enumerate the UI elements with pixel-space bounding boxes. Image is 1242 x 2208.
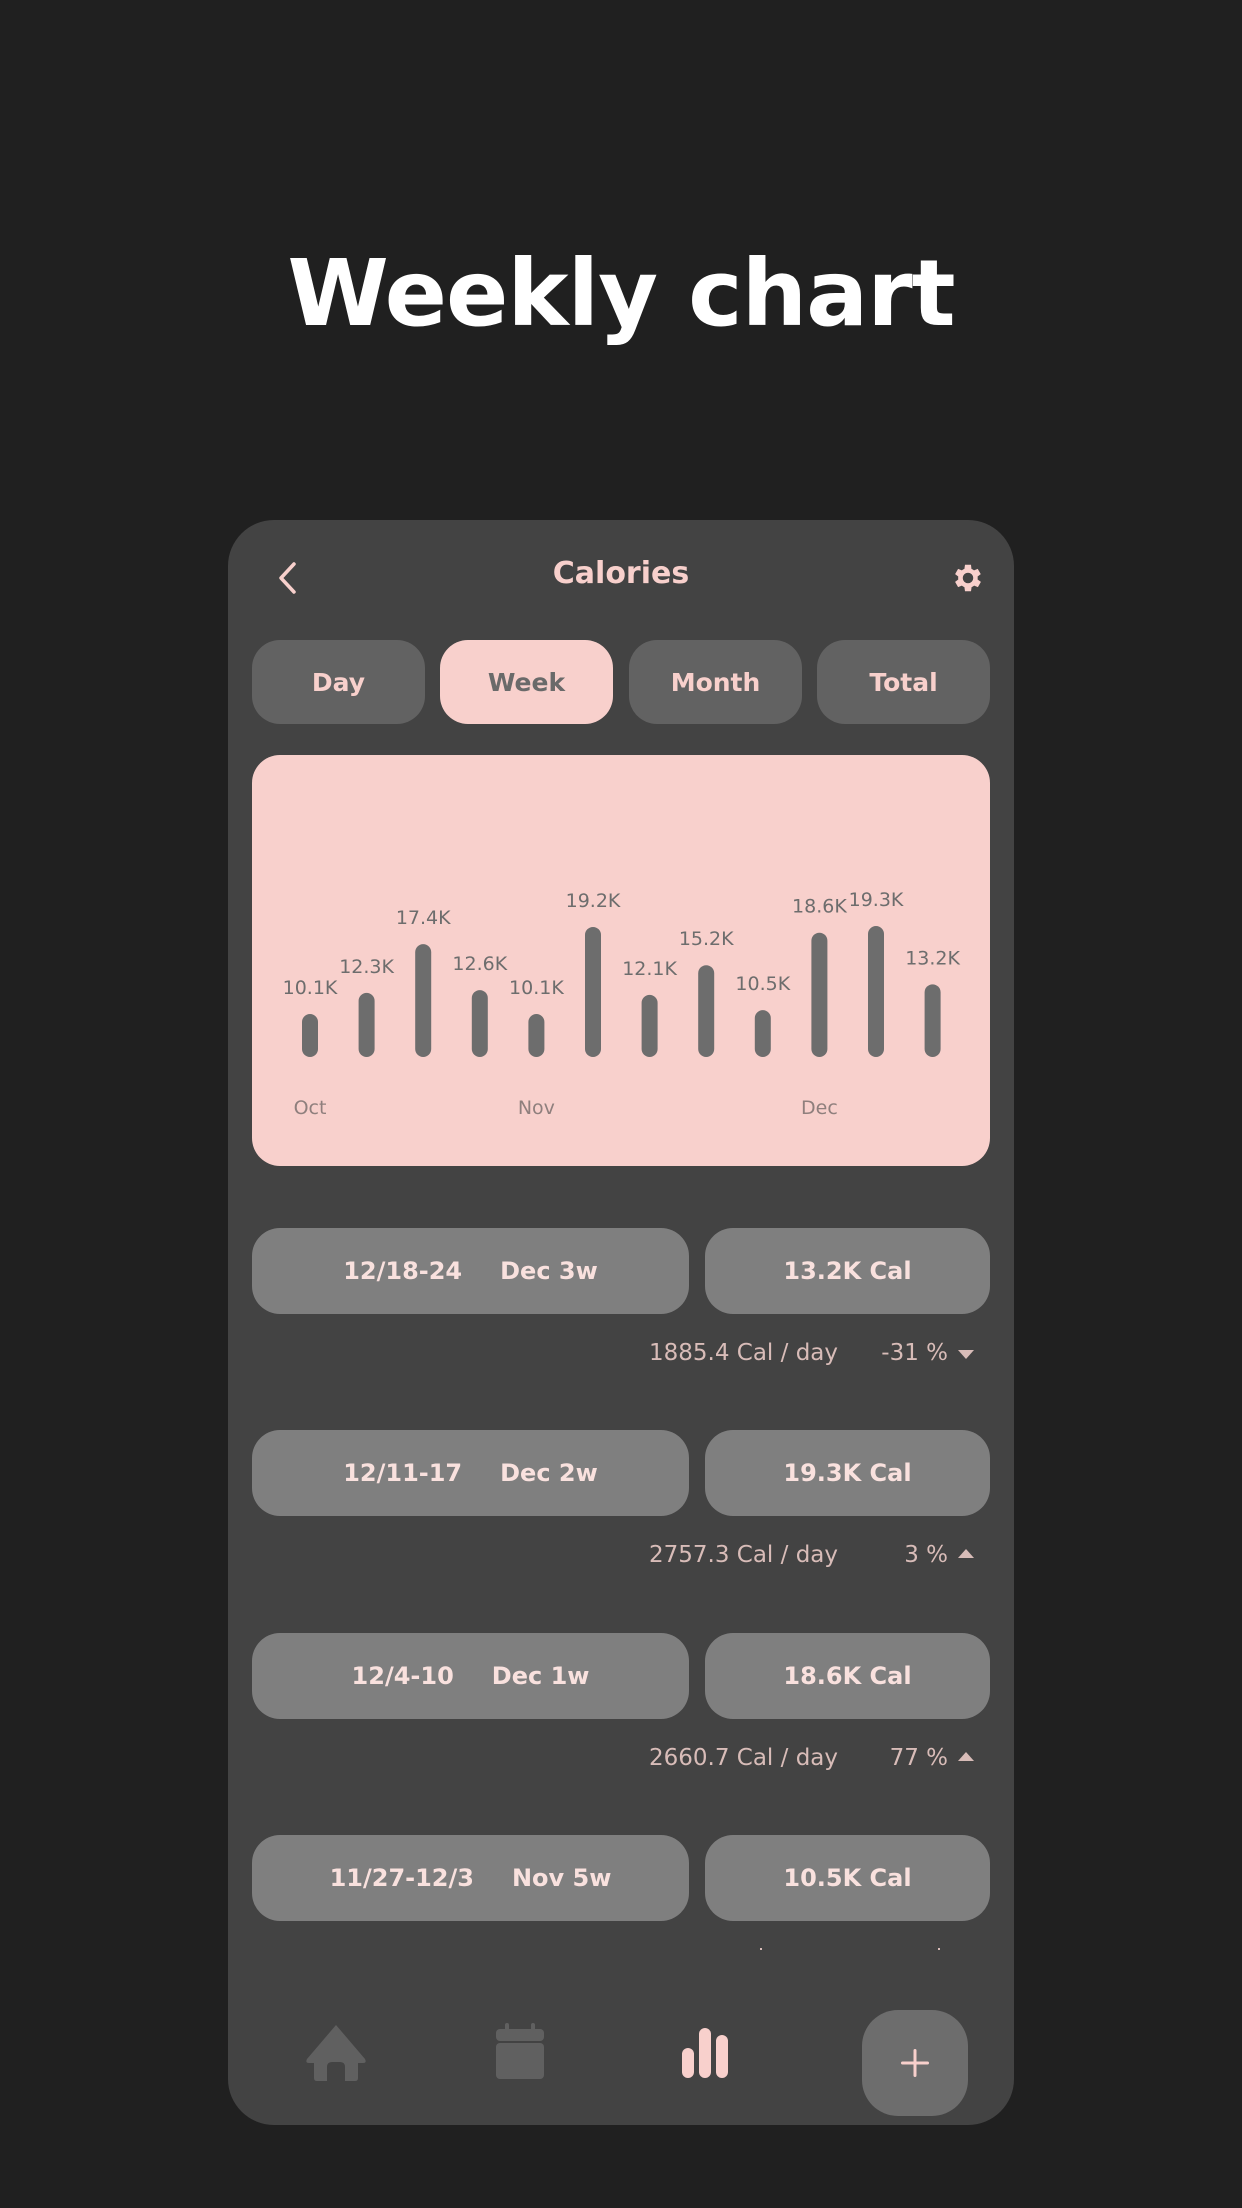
week-total: 19.3K Cal — [783, 1459, 912, 1487]
chart-bar[interactable] — [585, 926, 601, 1057]
week-range-pill[interactable]: 12/18-24 Dec 3w — [252, 1228, 689, 1314]
bar-value-label: 12.3K — [339, 956, 394, 978]
bar-value-label: 18.6K — [792, 896, 847, 918]
week-stats: 2757.3 Cal / day 3 % — [228, 1538, 1014, 1572]
bar-value-label: 10.5K — [735, 973, 790, 995]
chart-bar[interactable] — [302, 1013, 318, 1057]
tab-total[interactable]: Total — [817, 640, 990, 724]
percent-change: 77 % — [889, 1745, 948, 1771]
month-tick-label: Nov — [518, 1097, 555, 1119]
week-total-pill[interactable]: 19.3K Cal — [705, 1430, 990, 1516]
nav-calendar[interactable] — [496, 2023, 544, 2083]
bar-value-label: 19.2K — [566, 890, 621, 912]
calories-per-day: 1885.4 Cal / day — [648, 1340, 838, 1366]
weekly-bar-chart: 10.1K 12.3K 17.4K 12.6K 10.1K 19.2K 12.1K 15.2K… — [252, 755, 990, 1166]
settings-button[interactable] — [950, 560, 986, 596]
week-date-range: 11/27-12/3 — [329, 1864, 474, 1892]
bar-chart-icon — [682, 2028, 728, 2078]
bar-value-label: 15.2K — [679, 928, 734, 950]
chart-bar[interactable] — [358, 992, 375, 1057]
week-range-pill[interactable]: 12/11-17 Dec 2w — [252, 1430, 689, 1516]
phone-screen: Calories Day Week Month Total 10.1K 12.3K… — [228, 520, 1014, 2125]
bar-value-label: 10.1K — [509, 977, 564, 999]
add-entry-button[interactable] — [862, 2010, 968, 2116]
chart-bar[interactable] — [471, 990, 488, 1057]
chart-bar[interactable] — [868, 926, 884, 1057]
week-label: Dec 1w — [491, 1662, 590, 1690]
bar-value-label: 17.4K — [396, 907, 451, 929]
week-total: 18.6K Cal — [783, 1662, 912, 1690]
chart-bar[interactable] — [924, 984, 941, 1057]
bar-value-label: 12.1K — [622, 958, 677, 980]
week-range-pill[interactable]: 12/4-10 Dec 1w — [252, 1633, 689, 1719]
week-label: Dec 2w — [500, 1459, 598, 1487]
chart-bar[interactable] — [754, 1010, 771, 1057]
page-headline: Weekly chart — [287, 240, 955, 347]
tab-month[interactable]: Month — [629, 640, 802, 724]
triangle-up-icon — [958, 1549, 974, 1558]
chart-bar[interactable] — [641, 994, 658, 1057]
calendar-icon — [496, 2023, 544, 2079]
triangle-down-icon — [958, 1350, 974, 1359]
period-tabs: Day Week Month Total — [252, 640, 990, 724]
week-total-pill[interactable]: 13.2K Cal — [705, 1228, 990, 1314]
bar-value-label: 12.6K — [452, 953, 507, 975]
week-label: Nov 5w — [511, 1864, 612, 1892]
clipped-row-text — [760, 1948, 940, 1950]
week-range-pill[interactable]: 11/27-12/3 Nov 5w — [252, 1835, 689, 1921]
week-date-range: 12/4-10 — [351, 1662, 454, 1690]
week-date-range: 12/18-24 — [343, 1257, 463, 1285]
percent-change: 3 % — [904, 1542, 948, 1568]
week-total: 13.2K Cal — [783, 1257, 912, 1285]
home-icon — [306, 2025, 366, 2081]
screen-title: Calories — [552, 556, 690, 591]
chart-svg: 10.1K12.3K17.4K12.6K10.1K19.2K12.1K15.2K… — [283, 889, 961, 1119]
calories-per-day: 2757.3 Cal / day — [648, 1542, 838, 1568]
percent-change: -31 % — [881, 1340, 948, 1366]
triangle-up-icon — [958, 1752, 974, 1761]
week-total: 10.5K Cal — [783, 1864, 912, 1892]
calories-per-day: 2660.7 Cal / day — [648, 1745, 838, 1771]
month-tick-label: Dec — [801, 1097, 838, 1119]
gear-icon — [955, 564, 981, 592]
nav-home[interactable] — [305, 2025, 367, 2085]
week-stats: 1885.4 Cal / day -31 % — [228, 1336, 1014, 1370]
chart-bar[interactable] — [528, 1013, 545, 1057]
month-tick-label: Oct — [294, 1097, 327, 1119]
chart-bar[interactable] — [415, 944, 432, 1057]
week-stats: 2660.7 Cal / day 77 % — [228, 1741, 1014, 1775]
tab-week[interactable]: Week — [440, 640, 613, 724]
week-total-pill[interactable]: 18.6K Cal — [705, 1633, 990, 1719]
bar-value-label: 13.2K — [905, 947, 960, 969]
week-label: Dec 3w — [500, 1257, 598, 1285]
chart-bar[interactable] — [811, 932, 828, 1057]
nav-stats[interactable] — [682, 2028, 730, 2082]
tab-day[interactable]: Day — [252, 640, 425, 724]
plus-icon — [901, 2049, 929, 2077]
chart-bar[interactable] — [698, 965, 715, 1057]
bar-value-label: 10.1K — [283, 977, 338, 999]
week-date-range: 12/11-17 — [343, 1459, 463, 1487]
week-total-pill[interactable]: 10.5K Cal — [705, 1835, 990, 1921]
bottom-nav — [228, 1980, 1014, 2125]
bar-value-label: 19.3K — [849, 889, 904, 911]
